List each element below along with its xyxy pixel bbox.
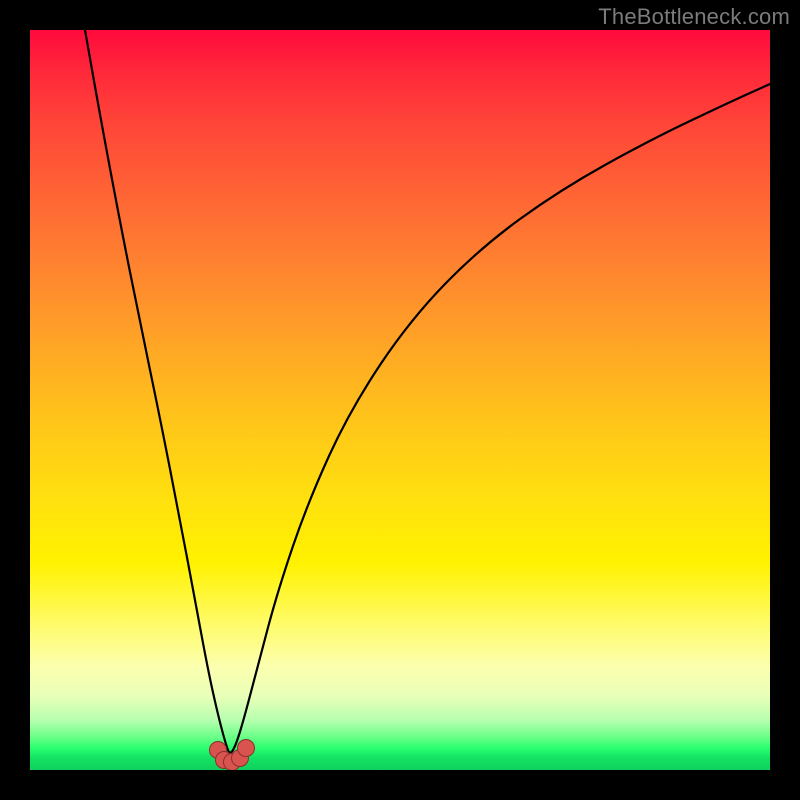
curve-minimum-markers bbox=[210, 740, 255, 771]
curve-marker bbox=[238, 740, 255, 757]
curve-svg bbox=[30, 30, 770, 770]
chart-frame: TheBottleneck.com bbox=[0, 0, 800, 800]
watermark-text: TheBottleneck.com bbox=[598, 4, 790, 30]
plot-area bbox=[30, 30, 770, 770]
bottleneck-curve bbox=[85, 30, 770, 753]
